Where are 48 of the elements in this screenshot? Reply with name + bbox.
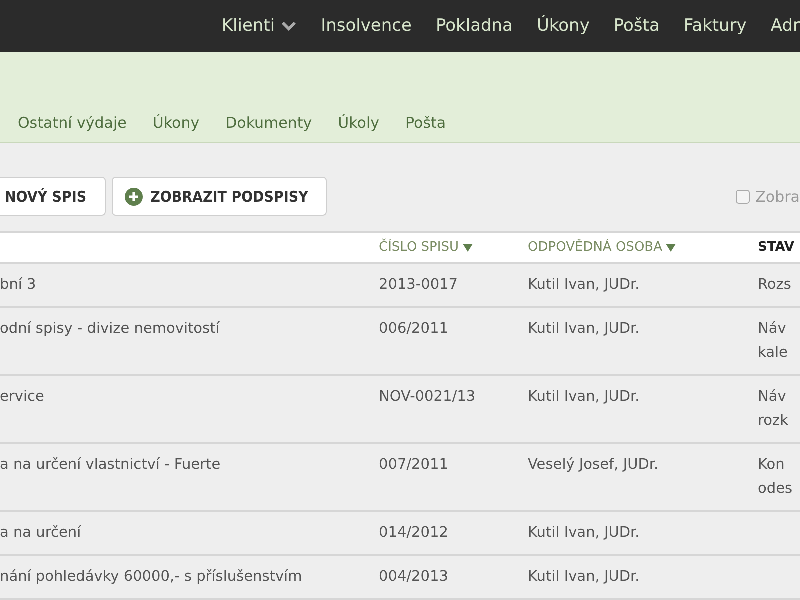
- table-cell-text: Kutil Ivan, JUDr.: [528, 568, 641, 587]
- nav-item[interactable]: Úkony: [536, 16, 590, 36]
- table-cell-text: 004/2013: [379, 568, 450, 587]
- sort-down-icon: [463, 244, 473, 252]
- status-text: rozk: [758, 412, 790, 431]
- table-cell-text: nání pohledávky 60000,- s příslušenstvím: [0, 568, 304, 587]
- table-cell-text: Kutil Ivan, JUDr.: [528, 524, 641, 543]
- nav-item[interactable]: Klienti: [222, 16, 298, 36]
- tab[interactable]: Pošta: [406, 114, 446, 132]
- table-cell-text: 014/2012: [379, 524, 450, 543]
- table-cell-text: a na určení: [0, 524, 82, 543]
- table-cell-text: odní spisy - divize nemovitostí: [0, 320, 221, 339]
- table-cell-text: 006/2011: [379, 320, 450, 339]
- tab[interactable]: Ostatní výdaje: [18, 114, 127, 132]
- toolbar-button[interactable]: ZOBRAZIT PODSPISY: [112, 177, 328, 216]
- status-text: odes: [758, 480, 794, 499]
- status-text: Kon: [758, 456, 786, 475]
- table-cell-text: bní 3: [0, 276, 38, 295]
- checkbox-label: Zobra: [756, 188, 800, 206]
- nav-item[interactable]: Pokladna: [436, 16, 513, 36]
- table-cell-text: ervice: [0, 388, 46, 407]
- column-header[interactable]: ODPOVĚDNÁ OSOBA: [528, 240, 758, 255]
- chevron-down-icon: [281, 21, 298, 31]
- table-cell-text: 007/2011: [379, 456, 450, 475]
- status-text: kale: [758, 344, 789, 363]
- column-header[interactable]: ČÍSLO SPISU: [379, 240, 528, 255]
- status-text: Náv: [758, 388, 788, 407]
- nav-item[interactable]: Adr: [770, 16, 800, 36]
- tab[interactable]: Dokumenty: [226, 114, 312, 132]
- status-text: Rozs: [758, 276, 792, 295]
- status-text: Náv: [758, 320, 788, 339]
- nav-item[interactable]: Pošta: [614, 16, 660, 36]
- table-cell-text: Veselý Josef, JUDr.: [528, 456, 660, 475]
- nav-item[interactable]: Faktury: [684, 16, 747, 36]
- table-cell-text: Kutil Ivan, JUDr.: [528, 320, 641, 339]
- column-header[interactable]: STAV: [758, 240, 800, 255]
- toolbar-button[interactable]: NOVÝ SPIS: [0, 177, 106, 216]
- table-cell-text: NOV-0021/13: [379, 388, 477, 407]
- nav-item[interactable]: Insolvence: [321, 16, 412, 36]
- checkbox[interactable]: [736, 190, 750, 204]
- sort-down-icon: [666, 244, 676, 252]
- tab[interactable]: Úkony: [152, 114, 200, 132]
- tab[interactable]: Úkoly: [338, 114, 380, 132]
- table-cell-text: Kutil Ivan, JUDr.: [528, 388, 641, 407]
- plus-circle-icon: [124, 188, 143, 206]
- table-cell-text: 2013-0017: [379, 276, 460, 295]
- table-cell-text: Kutil Ivan, JUDr.: [528, 276, 641, 295]
- table-cell-text: a na určení vlastnictví - Fuerte: [0, 456, 222, 475]
